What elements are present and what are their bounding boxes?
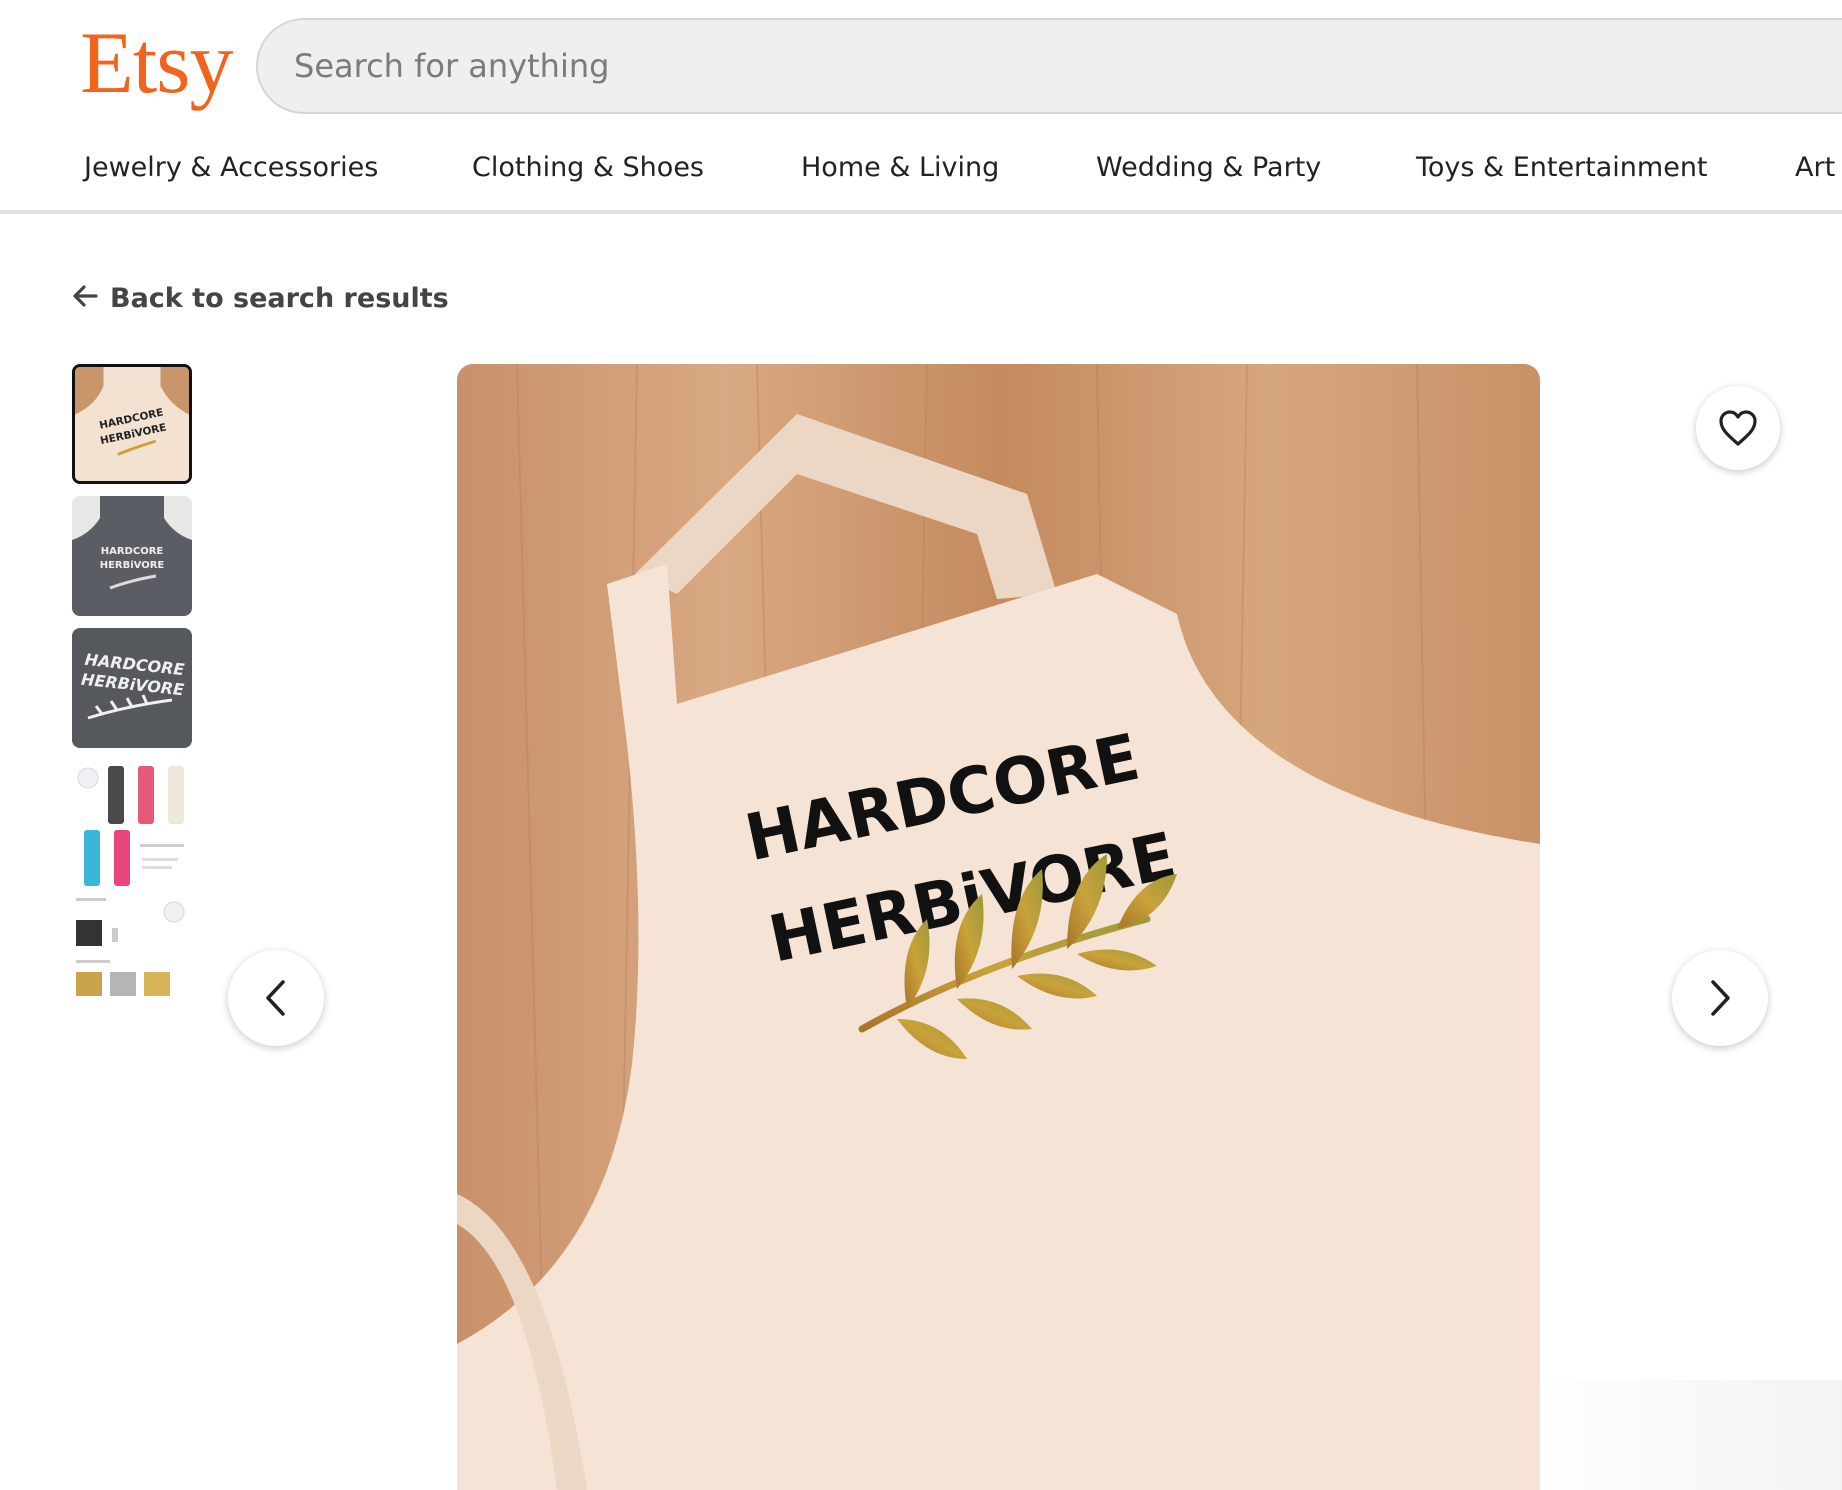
thumbnail-apron-gray-image: HARDCORE HERBiVORE xyxy=(72,496,192,616)
search-bar[interactable] xyxy=(256,18,1842,114)
category-nav: Jewelry & Accessories Clothing & Shoes H… xyxy=(0,130,1842,214)
heart-icon xyxy=(1719,410,1757,446)
thumbnail-apron-natural-image: HARDCORE HERBiVORE xyxy=(75,367,189,481)
category-clothing-shoes[interactable]: Clothing & Shoes xyxy=(472,152,704,183)
thumbnail-4[interactable] xyxy=(72,760,192,1010)
favorite-button[interactable] xyxy=(1696,386,1780,470)
thumbnail-2[interactable]: HARDCORE HERBiVORE xyxy=(72,496,192,616)
category-toys-entertainment[interactable]: Toys & Entertainment xyxy=(1416,152,1708,183)
arrow-left-icon xyxy=(72,283,98,314)
category-jewelry-accessories[interactable]: Jewelry & Accessories xyxy=(84,152,378,183)
chevron-right-icon xyxy=(1711,980,1730,1016)
search-input[interactable] xyxy=(294,20,1494,112)
category-art[interactable]: Art & xyxy=(1795,152,1842,183)
thumbnail-apron-closeup-image: HARDCORE HERBiVORE xyxy=(72,628,192,748)
next-image-button[interactable] xyxy=(1672,950,1768,1046)
thumbnail-3[interactable]: HARDCORE HERBiVORE xyxy=(72,628,192,748)
svg-text:HERBiVORE: HERBiVORE xyxy=(100,560,165,571)
etsy-logo[interactable]: Etsy xyxy=(80,14,233,114)
back-link-label: Back to search results xyxy=(110,282,449,314)
svg-text:HARDCORE: HARDCORE xyxy=(101,546,164,557)
thumbnail-1[interactable]: HARDCORE HERBiVORE xyxy=(72,364,192,484)
apron-photo: HARDCORE HERBiVORE xyxy=(457,364,1540,1490)
main-product-image[interactable]: HARDCORE HERBiVORE xyxy=(457,364,1540,1490)
category-wedding-party[interactable]: Wedding & Party xyxy=(1096,152,1321,183)
chevron-left-icon xyxy=(266,980,285,1016)
page-fade-edge xyxy=(1520,1380,1842,1490)
thumbnail-colour-options-image xyxy=(72,760,192,1010)
back-to-search-link[interactable]: Back to search results xyxy=(72,278,449,318)
previous-image-button[interactable] xyxy=(228,950,324,1046)
category-home-living[interactable]: Home & Living xyxy=(801,152,999,183)
